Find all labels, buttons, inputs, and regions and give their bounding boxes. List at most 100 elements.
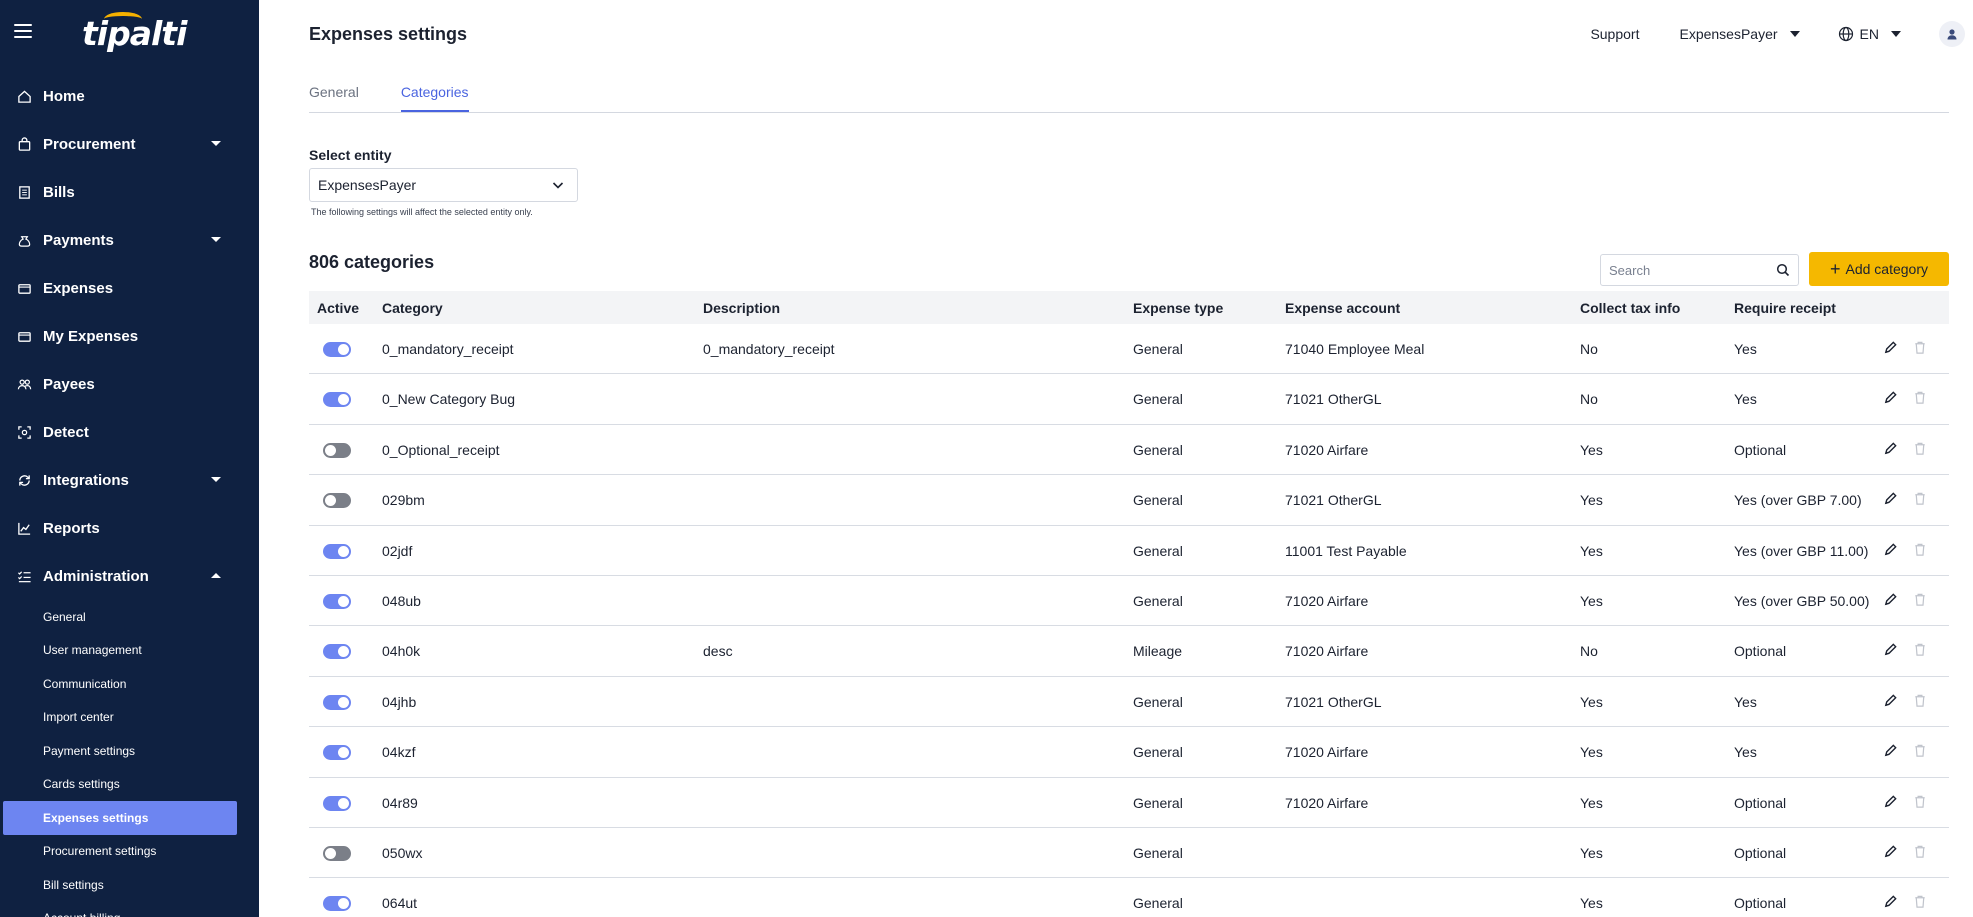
column-header-collect-tax[interactable]: Collect tax info bbox=[1580, 300, 1680, 316]
language-switcher[interactable]: EN bbox=[1838, 26, 1901, 42]
toggle-knob bbox=[338, 696, 349, 708]
sidebar-item-my-expenses[interactable]: My Expenses bbox=[0, 312, 259, 360]
column-header-expense-type[interactable]: Expense type bbox=[1133, 300, 1223, 316]
support-link[interactable]: Support bbox=[1590, 26, 1639, 42]
sidebar-item-label: Reports bbox=[43, 519, 100, 537]
cell-category: 0_Optional_receipt bbox=[382, 441, 500, 458]
trash-icon[interactable] bbox=[1913, 390, 1927, 408]
active-toggle[interactable] bbox=[323, 845, 351, 861]
wallet-icon bbox=[16, 328, 32, 344]
search-input[interactable] bbox=[1601, 255, 1761, 285]
active-toggle[interactable] bbox=[323, 543, 351, 559]
table-row: 0_New Category Bug General 71021 OtherGL No… bbox=[309, 374, 1949, 425]
active-toggle[interactable] bbox=[323, 694, 351, 710]
pencil-icon[interactable] bbox=[1883, 642, 1898, 660]
trash-icon[interactable] bbox=[1913, 592, 1927, 610]
trash-icon[interactable] bbox=[1913, 441, 1927, 459]
trash-icon[interactable] bbox=[1913, 794, 1927, 812]
sync-icon bbox=[16, 472, 32, 488]
active-toggle[interactable] bbox=[323, 593, 351, 609]
trash-icon[interactable] bbox=[1913, 743, 1927, 761]
pencil-icon[interactable] bbox=[1883, 592, 1898, 610]
column-header-description[interactable]: Description bbox=[703, 300, 780, 316]
sidebar-item-integrations[interactable]: Integrations bbox=[0, 456, 259, 504]
toggle-knob bbox=[338, 545, 349, 557]
sidebar-item-procurement[interactable]: Procurement bbox=[0, 120, 259, 168]
sidebar-item-bills[interactable]: Bills bbox=[0, 168, 259, 216]
cell-description: desc bbox=[703, 643, 733, 660]
entity-select-value: ExpensesPayer bbox=[318, 177, 417, 193]
tab-general[interactable]: General bbox=[309, 82, 359, 112]
add-category-button[interactable]: + Add category bbox=[1809, 252, 1949, 286]
pencil-icon[interactable] bbox=[1883, 743, 1898, 761]
active-toggle[interactable] bbox=[323, 795, 351, 811]
sidebar-subitem-communication[interactable]: Communication bbox=[0, 667, 259, 701]
menu-icon[interactable] bbox=[14, 24, 32, 38]
pencil-icon[interactable] bbox=[1883, 491, 1898, 509]
sidebar-subitem-cards-settings[interactable]: Cards settings bbox=[0, 768, 259, 802]
sidebar-subitem-user-management[interactable]: User management bbox=[0, 634, 259, 668]
trash-icon[interactable] bbox=[1913, 542, 1927, 560]
logo[interactable]: tipalti bbox=[82, 14, 187, 53]
pencil-icon[interactable] bbox=[1883, 340, 1898, 358]
cell-expense-account: 71021 OtherGL bbox=[1285, 492, 1382, 509]
trash-icon[interactable] bbox=[1913, 894, 1927, 912]
sidebar-item-expenses[interactable]: Expenses bbox=[0, 264, 259, 312]
table-row: 050wx General Yes Optional bbox=[309, 828, 1949, 879]
entity-switcher[interactable]: ExpensesPayer bbox=[1679, 26, 1800, 42]
trash-icon[interactable] bbox=[1913, 491, 1927, 509]
sidebar-item-payees[interactable]: Payees bbox=[0, 360, 259, 408]
trash-icon[interactable] bbox=[1913, 844, 1927, 862]
active-toggle[interactable] bbox=[323, 392, 351, 408]
sidebar-subitem-import-center[interactable]: Import center bbox=[0, 701, 259, 735]
sidebar-subitem-general[interactable]: General bbox=[0, 600, 259, 634]
sidebar-subitem-payment-settings[interactable]: Payment settings bbox=[0, 734, 259, 768]
pencil-icon[interactable] bbox=[1883, 794, 1898, 812]
pencil-icon[interactable] bbox=[1883, 441, 1898, 459]
pencil-icon[interactable] bbox=[1883, 894, 1898, 912]
trash-icon[interactable] bbox=[1913, 693, 1927, 711]
cell-collect-tax: No bbox=[1580, 391, 1598, 408]
trash-icon[interactable] bbox=[1913, 340, 1927, 358]
cell-expense-account: 11001 Test Payable bbox=[1285, 542, 1407, 559]
sidebar-subitem-procurement-settings[interactable]: Procurement settings bbox=[0, 835, 259, 869]
active-toggle[interactable] bbox=[323, 493, 351, 509]
pencil-icon[interactable] bbox=[1883, 844, 1898, 862]
search-box bbox=[1600, 254, 1799, 286]
cell-collect-tax: No bbox=[1580, 643, 1598, 660]
column-header-active[interactable]: Active bbox=[317, 300, 359, 316]
pencil-icon[interactable] bbox=[1883, 542, 1898, 560]
caret-down-icon bbox=[211, 237, 221, 242]
sidebar-subitem-account-billing[interactable]: Account billing bbox=[0, 902, 259, 917]
active-toggle[interactable] bbox=[323, 442, 351, 458]
column-header-category[interactable]: Category bbox=[382, 300, 443, 316]
sidebar-item-home[interactable]: Home bbox=[0, 72, 259, 120]
money-bag-icon bbox=[16, 232, 32, 248]
tab-categories[interactable]: Categories bbox=[400, 82, 469, 112]
pencil-icon[interactable] bbox=[1883, 390, 1898, 408]
sidebar-subitem-expenses-settings[interactable]: Expenses settings bbox=[3, 801, 237, 835]
user-avatar-icon[interactable] bbox=[1939, 21, 1965, 47]
sidebar-item-administration[interactable]: Administration bbox=[0, 552, 259, 600]
sidebar-subitem-bill-settings[interactable]: Bill settings bbox=[0, 868, 259, 902]
cell-expense-account: 71021 OtherGL bbox=[1285, 391, 1382, 408]
search-icon[interactable] bbox=[1776, 263, 1790, 277]
active-toggle[interactable] bbox=[323, 896, 351, 912]
cell-collect-tax: Yes bbox=[1580, 492, 1603, 509]
cell-collect-tax: Yes bbox=[1580, 895, 1603, 912]
cell-collect-tax: Yes bbox=[1580, 844, 1603, 861]
entity-select[interactable]: ExpensesPayer bbox=[309, 168, 578, 202]
sidebar-item-detect[interactable]: Detect bbox=[0, 408, 259, 456]
pencil-icon[interactable] bbox=[1883, 693, 1898, 711]
sidebar-item-payments[interactable]: Payments bbox=[0, 216, 259, 264]
active-toggle[interactable] bbox=[323, 342, 351, 357]
toggle-knob bbox=[325, 444, 336, 456]
cell-expense-type: General bbox=[1133, 744, 1183, 761]
column-header-expense-account[interactable]: Expense account bbox=[1285, 300, 1400, 316]
trash-icon[interactable] bbox=[1913, 642, 1927, 660]
column-header-require-receipt[interactable]: Require receipt bbox=[1734, 300, 1836, 316]
sidebar-item-reports[interactable]: Reports bbox=[0, 504, 259, 552]
active-toggle[interactable] bbox=[323, 644, 351, 660]
toggle-knob bbox=[338, 898, 349, 910]
active-toggle[interactable] bbox=[323, 745, 351, 761]
